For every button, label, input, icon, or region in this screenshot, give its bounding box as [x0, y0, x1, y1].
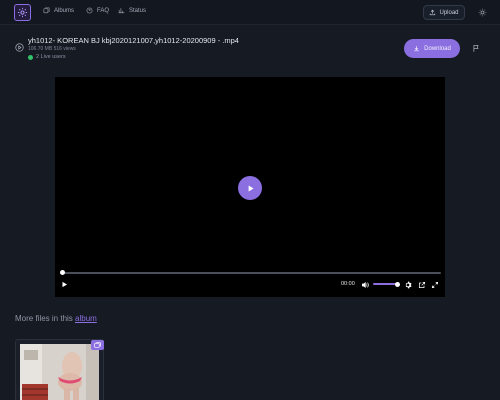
nav-albums[interactable]: Albums — [43, 7, 74, 14]
play-button[interactable] — [60, 280, 69, 289]
current-time: 00:00 — [341, 281, 355, 287]
mute-button[interactable] — [360, 280, 369, 289]
file-thumbnail[interactable] — [20, 344, 99, 400]
help-icon — [86, 7, 93, 14]
more-files-prefix: More files in this — [15, 314, 73, 323]
external-link-icon — [418, 281, 425, 288]
album-link[interactable]: album — [75, 314, 97, 323]
video-file-icon — [15, 43, 24, 52]
fullscreen-button[interactable] — [430, 280, 439, 289]
report-button[interactable] — [470, 42, 482, 54]
popout-button[interactable] — [417, 280, 426, 289]
nav-faq-label: FAQ — [97, 7, 110, 14]
play-icon — [248, 185, 253, 191]
fullscreen-icon — [431, 281, 438, 288]
volume-handle[interactable] — [395, 281, 400, 287]
download-button[interactable]: Download — [404, 39, 460, 58]
top-navbar: Albums FAQ Status Upload — [0, 0, 500, 25]
download-label: Download — [424, 45, 451, 52]
big-play-button[interactable] — [238, 176, 262, 200]
live-users-indicator: 2 Live users — [28, 54, 66, 60]
live-users-text: 2 Live users — [36, 54, 66, 60]
volume-icon — [361, 281, 369, 288]
video-player[interactable]: 00:00 — [55, 77, 445, 297]
sun-icon — [478, 8, 487, 17]
thumbnail-image — [20, 344, 99, 400]
volume-slider[interactable] — [373, 281, 400, 287]
gear-logo-icon — [17, 7, 28, 18]
file-title: yh1012- KOREAN BJ kbj2020121007,yh1012-2… — [28, 36, 239, 45]
download-icon — [414, 46, 419, 52]
status-chart-icon — [118, 8, 125, 14]
live-dot-icon — [28, 54, 33, 60]
more-files-heading: More files in this album — [15, 314, 97, 323]
site-logo[interactable] — [14, 4, 31, 21]
album-icon — [94, 342, 101, 348]
file-meta: 106.70 MB 516 views — [28, 46, 76, 52]
upload-icon — [430, 9, 436, 16]
flag-icon — [473, 44, 479, 52]
upload-button[interactable]: Upload — [423, 5, 465, 20]
album-badge — [91, 340, 104, 350]
nav-status-label: Status — [129, 7, 147, 14]
nav-albums-label: Albums — [54, 7, 75, 14]
nav-faq[interactable]: FAQ — [86, 7, 109, 14]
upload-label: Upload — [439, 9, 459, 16]
albums-icon — [43, 7, 50, 14]
settings-button[interactable] — [403, 280, 412, 289]
progress-handle[interactable] — [60, 270, 65, 275]
nav-status[interactable]: Status — [118, 7, 146, 14]
gear-icon — [405, 281, 412, 288]
progress-bar[interactable] — [60, 270, 441, 275]
play-icon — [62, 281, 68, 288]
theme-toggle-button[interactable] — [475, 5, 490, 20]
